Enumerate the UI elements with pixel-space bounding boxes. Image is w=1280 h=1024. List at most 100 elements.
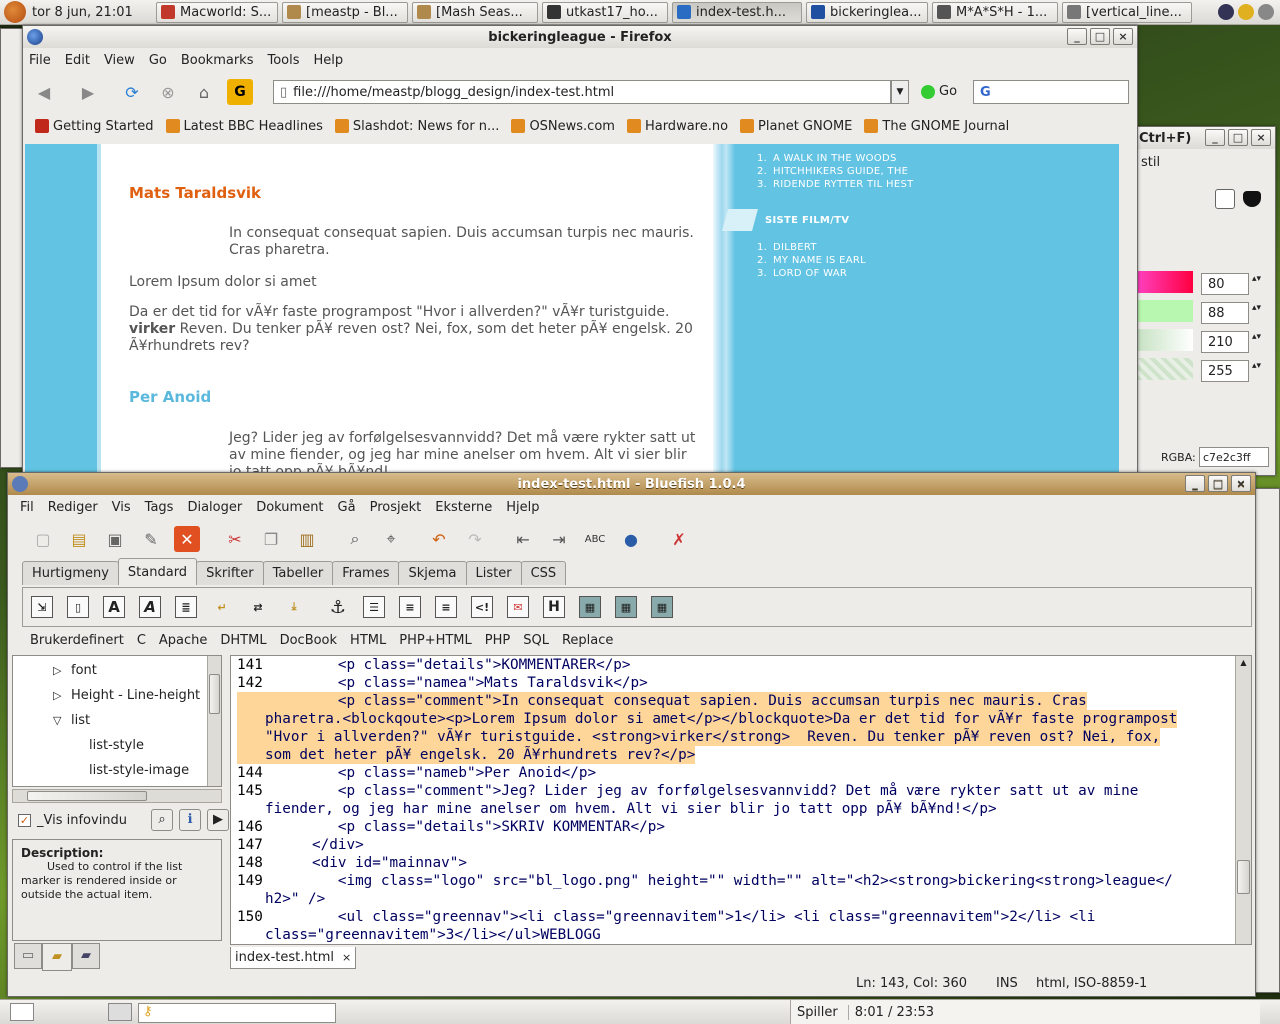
redo-icon[interactable]: ↷ bbox=[462, 526, 488, 552]
custom-menu-item[interactable]: PHP+HTML bbox=[399, 633, 472, 648]
search-icon[interactable]: ⌕ bbox=[151, 809, 174, 831]
volume-icon[interactable] bbox=[1258, 4, 1274, 20]
custom-menu-item[interactable]: Brukerdefinert bbox=[30, 633, 124, 648]
stop-icon[interactable]: ⊗ bbox=[155, 79, 181, 105]
break-clear-icon[interactable]: ⇄ bbox=[247, 596, 269, 618]
custom-menu-item[interactable]: DHTML bbox=[220, 633, 266, 648]
dropper-icon[interactable] bbox=[1215, 189, 1235, 209]
undo-icon[interactable]: ↶ bbox=[426, 526, 452, 552]
menu-fil[interactable]: Fil bbox=[20, 500, 34, 515]
right-justify-icon[interactable]: ≡ bbox=[435, 596, 457, 618]
bookmark-item[interactable]: Latest BBC Headlines bbox=[165, 119, 323, 134]
filebrowser-tab-icon[interactable]: ▭ bbox=[14, 943, 42, 969]
color-bar-alpha[interactable] bbox=[1137, 358, 1193, 380]
maximize-button[interactable]: □ bbox=[1090, 28, 1110, 45]
side-list-item[interactable]: 1. DILBERT bbox=[757, 241, 866, 254]
close-tab-icon[interactable]: × bbox=[342, 951, 351, 964]
side-list-item[interactable]: 3. LORD OF WAR bbox=[757, 267, 866, 280]
paragraph-icon[interactable]: ≣ bbox=[175, 596, 197, 618]
network-icon[interactable] bbox=[1218, 4, 1234, 20]
close-button[interactable]: × bbox=[1231, 475, 1251, 492]
clock[interactable]: tor 8 jun, 21:01 bbox=[32, 5, 152, 20]
bookmark-item[interactable]: Planet GNOME bbox=[740, 119, 852, 134]
bookmark-item[interactable]: The GNOME Journal bbox=[864, 119, 1009, 134]
menu-eksterne[interactable]: Eksterne bbox=[435, 500, 492, 515]
menu-hjelp[interactable]: Hjelp bbox=[506, 500, 539, 515]
color-value-spinner[interactable]: 80 ▴▾ bbox=[1201, 273, 1261, 295]
bookmark-item[interactable]: OSNews.com bbox=[511, 119, 615, 134]
collapsed-arrow-icon[interactable]: ▷ bbox=[53, 664, 71, 677]
comment-icon[interactable]: <! bbox=[471, 596, 493, 618]
menu-go[interactable]: Go bbox=[149, 53, 167, 68]
task-button[interactable]: [meastp - Bl... bbox=[282, 1, 408, 23]
task-button[interactable]: M*A*S*H - 1... bbox=[932, 1, 1058, 23]
color-bar-blue[interactable] bbox=[1137, 329, 1193, 351]
side-list-item[interactable]: 1. A WALK IN THE WOODS bbox=[757, 152, 914, 165]
tab-skjema[interactable]: Skjema bbox=[398, 561, 467, 585]
back-arrow-icon[interactable]: ◀ bbox=[31, 79, 57, 105]
bookmark-item[interactable]: Hardware.no bbox=[626, 119, 728, 134]
replace-icon[interactable]: ⌖ bbox=[378, 526, 404, 552]
home-icon[interactable]: ⌂ bbox=[191, 79, 217, 105]
side-list-item[interactable]: 2. HITCHHIKERS GUIDE, THE bbox=[757, 165, 914, 178]
image-icon[interactable]: ▦ bbox=[579, 596, 601, 618]
maximize-button[interactable]: □ bbox=[1208, 475, 1228, 492]
tab-skrifter[interactable]: Skrifter bbox=[196, 561, 264, 585]
menu-dialoger[interactable]: Dialoger bbox=[187, 500, 242, 515]
multi-thumbnail-icon[interactable]: ▦ bbox=[651, 596, 673, 618]
custom-menu-item[interactable]: Replace bbox=[562, 633, 613, 648]
task-button[interactable]: [vertical_line... bbox=[1062, 1, 1192, 23]
scroll-up-arrow-icon[interactable]: ▲ bbox=[1236, 656, 1251, 670]
thumbnail-icon[interactable]: ▦ bbox=[615, 596, 637, 618]
spinner-arrows-icon[interactable]: ▴▾ bbox=[1252, 303, 1262, 313]
color-value-spinner[interactable]: 255 ▴▾ bbox=[1201, 360, 1261, 382]
spinner-arrows-icon[interactable]: ▴▾ bbox=[1252, 361, 1262, 371]
spinner-arrows-icon[interactable]: ▴▾ bbox=[1252, 274, 1262, 284]
run-command-input[interactable]: ⚷ bbox=[138, 1003, 336, 1023]
gnome-menu-icon[interactable] bbox=[4, 1, 26, 23]
tab-hurtigmeny[interactable]: Hurtigmeny bbox=[22, 561, 119, 585]
tree-scrollbar[interactable] bbox=[207, 656, 221, 786]
indent-icon[interactable]: ⇥ bbox=[546, 526, 572, 552]
custom-menu-item[interactable]: HTML bbox=[350, 633, 386, 648]
menu-tools[interactable]: Tools bbox=[267, 53, 299, 68]
cut-icon[interactable]: ✂ bbox=[222, 526, 248, 552]
custom-menu-item[interactable]: PHP bbox=[485, 633, 510, 648]
task-button[interactable]: Macworld: S... bbox=[156, 1, 278, 23]
menu-edit[interactable]: Edit bbox=[65, 53, 90, 68]
collapsed-arrow-icon[interactable]: ▷ bbox=[53, 689, 71, 702]
quickstart-icon[interactable]: ⇲ bbox=[31, 596, 53, 618]
reference-tab-icon[interactable]: ▰ bbox=[42, 943, 72, 971]
side-list-item[interactable]: 3. RIDENDE RYTTER TIL HEST bbox=[757, 178, 914, 191]
italic-icon[interactable]: A bbox=[139, 596, 161, 618]
save-as-icon[interactable]: ✎ bbox=[138, 526, 164, 552]
close-button[interactable]: × bbox=[1113, 28, 1133, 45]
copy-icon[interactable]: ❐ bbox=[258, 526, 284, 552]
bold-icon[interactable]: A bbox=[103, 596, 125, 618]
code-editor[interactable]: 141 <p class="details">KOMMENTARER</p> 14… bbox=[230, 655, 1252, 945]
menu-help[interactable]: Help bbox=[314, 53, 344, 68]
open-file-icon[interactable]: ▤ bbox=[66, 526, 92, 552]
menu-vis[interactable]: Vis bbox=[112, 500, 131, 515]
menu-view[interactable]: View bbox=[104, 53, 135, 68]
task-button[interactable]: index-test.h... bbox=[672, 1, 802, 23]
menu-bookmarks[interactable]: Bookmarks bbox=[181, 53, 254, 68]
menu-rediger[interactable]: Rediger bbox=[48, 500, 98, 515]
tree-horizontal-scrollbar[interactable] bbox=[12, 789, 222, 803]
heading-icon[interactable]: H bbox=[543, 596, 565, 618]
minimize-button[interactable]: _ bbox=[1067, 28, 1087, 45]
rule-icon[interactable]: ☰ bbox=[363, 596, 385, 618]
paste-icon[interactable]: ▥ bbox=[294, 526, 320, 552]
bookmark-item[interactable]: Getting Started bbox=[35, 119, 154, 134]
media-player-applet[interactable]: Spiller 8:01 / 23:53 bbox=[790, 1000, 1260, 1024]
anchor-icon[interactable]: ⚓ bbox=[327, 596, 349, 618]
unindent-icon[interactable]: ⇤ bbox=[510, 526, 536, 552]
tree-item[interactable]: list-style-image bbox=[13, 758, 221, 783]
preview-browser-icon[interactable]: ● bbox=[618, 526, 644, 552]
editor-scrollbar-thumb[interactable] bbox=[1237, 860, 1250, 894]
document-tab[interactable]: index-test.html × bbox=[230, 947, 357, 969]
url-dropdown-button[interactable]: ▼ bbox=[891, 80, 909, 104]
break-icon[interactable]: ↵ bbox=[211, 596, 233, 618]
preferences-icon[interactable]: ✗ bbox=[666, 526, 692, 552]
color-bar-red[interactable] bbox=[1137, 271, 1193, 293]
